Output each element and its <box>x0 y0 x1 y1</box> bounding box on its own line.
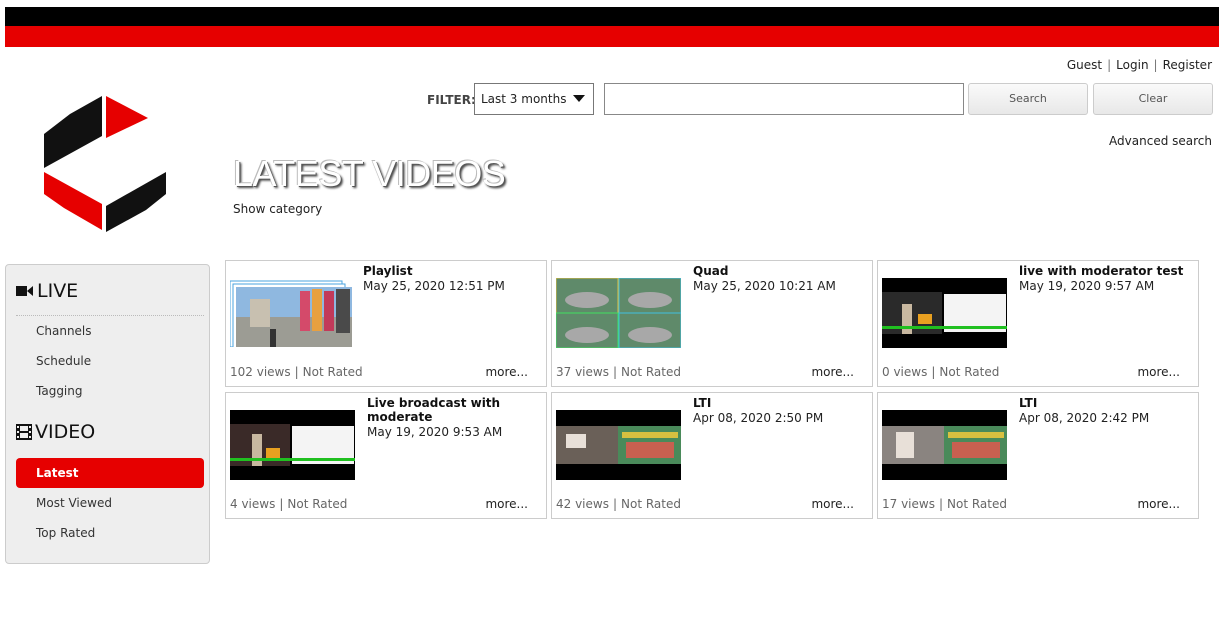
register-link[interactable]: Register <box>1163 58 1212 72</box>
sidebar-item-latest[interactable]: Latest <box>16 458 204 488</box>
rating-status: Not Rated <box>621 365 681 379</box>
sidebar-item-top-rated[interactable]: Top Rated <box>16 519 204 547</box>
sidebar-item-most-viewed[interactable]: Most Viewed <box>16 489 204 517</box>
video-thumbnail[interactable] <box>882 278 1007 348</box>
view-count: 42 views <box>556 497 609 511</box>
more-link[interactable]: more... <box>1137 497 1180 511</box>
rating-status: Not Rated <box>621 497 681 511</box>
user-links: Guest | Login | Register <box>1067 58 1212 72</box>
video-card[interactable]: live with moderator test May 19, 2020 9:… <box>877 260 1199 387</box>
video-card[interactable]: Quad May 25, 2020 10:21 AM 37 views | Not … <box>551 260 873 387</box>
page-title: LATEST VIDEOS <box>233 153 506 194</box>
chevron-down-icon <box>573 95 585 102</box>
search-input[interactable] <box>604 83 964 115</box>
video-card[interactable]: Playlist May 25, 2020 12:51 PM 102 views… <box>225 260 547 387</box>
separator: | <box>1107 58 1112 72</box>
search-button[interactable]: Search <box>968 83 1088 115</box>
more-link[interactable]: more... <box>811 365 854 379</box>
advanced-search-link[interactable]: Advanced search <box>1109 134 1212 148</box>
video-date: May 19, 2020 9:57 AM <box>1019 279 1155 293</box>
rating-status: Not Rated <box>287 497 348 511</box>
video-date: May 25, 2020 12:51 PM <box>363 279 505 293</box>
video-card[interactable]: Live broadcast with moderate May 19, 202… <box>225 392 547 519</box>
video-meta: 37 views | Not Rated <box>556 365 681 379</box>
view-count: 4 views <box>230 497 276 511</box>
sidebar-item-schedule[interactable]: Schedule <box>16 347 204 375</box>
video-title[interactable]: LTI <box>1019 396 1192 410</box>
video-thumbnail[interactable] <box>882 410 1007 480</box>
top-banner-black <box>5 7 1219 26</box>
video-meta: 0 views | Not Rated <box>882 365 1000 379</box>
guest-link[interactable]: Guest <box>1067 58 1102 72</box>
video-card[interactable]: LTI Apr 08, 2020 2:42 PM 17 views | Not Ra… <box>877 392 1199 519</box>
clear-button[interactable]: Clear <box>1093 83 1213 115</box>
film-strip-icon <box>16 424 32 440</box>
date-filter-select[interactable]: Last 3 months <box>474 83 594 115</box>
video-title[interactable]: Playlist <box>363 264 540 278</box>
video-camera-icon <box>16 286 33 296</box>
video-meta: 4 views | Not Rated <box>230 497 348 511</box>
video-meta: 102 views | Not Rated <box>230 365 363 379</box>
video-date: Apr 08, 2020 2:50 PM <box>693 411 824 425</box>
date-filter-value: Last 3 months <box>481 92 567 106</box>
rating-status: Not Rated <box>939 365 1000 379</box>
video-thumbnail[interactable] <box>230 277 355 347</box>
video-heading: VIDEO <box>16 421 95 443</box>
video-title[interactable]: Quad <box>693 264 866 278</box>
sidebar: LIVE Channels Schedule Tagging VIDEO Lat… <box>5 264 210 564</box>
video-title[interactable]: live with moderator test <box>1019 264 1192 278</box>
video-title[interactable]: LTI <box>693 396 866 410</box>
video-meta: 42 views | Not Rated <box>556 497 681 511</box>
video-meta: 17 views | Not Rated <box>882 497 1007 511</box>
live-heading: LIVE <box>16 280 78 302</box>
show-category-link[interactable]: Show category <box>233 202 322 216</box>
rating-status: Not Rated <box>302 365 363 379</box>
view-count: 102 views <box>230 365 291 379</box>
video-thumbnail[interactable] <box>556 278 681 348</box>
video-thumbnail[interactable] <box>230 410 355 480</box>
video-date: May 19, 2020 9:53 AM <box>367 425 503 439</box>
more-link[interactable]: more... <box>811 497 854 511</box>
view-count: 37 views <box>556 365 609 379</box>
separator: | <box>1153 58 1158 72</box>
rating-status: Not Rated <box>947 497 1007 511</box>
video-date: Apr 08, 2020 2:42 PM <box>1019 411 1150 425</box>
divider <box>16 315 204 316</box>
sidebar-item-channels[interactable]: Channels <box>16 317 204 345</box>
view-count: 0 views <box>882 365 928 379</box>
video-title[interactable]: Live broadcast with moderate <box>367 396 540 424</box>
sidebar-item-tagging[interactable]: Tagging <box>16 377 204 405</box>
video-heading-label: VIDEO <box>35 421 96 443</box>
video-date: May 25, 2020 10:21 AM <box>693 279 836 293</box>
top-banner-red <box>5 26 1219 47</box>
filter-label: FILTER: <box>427 93 476 107</box>
video-thumbnail[interactable] <box>556 410 681 480</box>
site-logo[interactable] <box>40 94 170 236</box>
logo-graphic <box>44 96 166 232</box>
view-count: 17 views <box>882 497 935 511</box>
video-card[interactable]: LTI Apr 08, 2020 2:50 PM 42 views | Not Ra… <box>551 392 873 519</box>
login-link[interactable]: Login <box>1116 58 1148 72</box>
more-link[interactable]: more... <box>1137 365 1180 379</box>
live-heading-label: LIVE <box>37 280 79 302</box>
more-link[interactable]: more... <box>485 365 528 379</box>
more-link[interactable]: more... <box>485 497 528 511</box>
